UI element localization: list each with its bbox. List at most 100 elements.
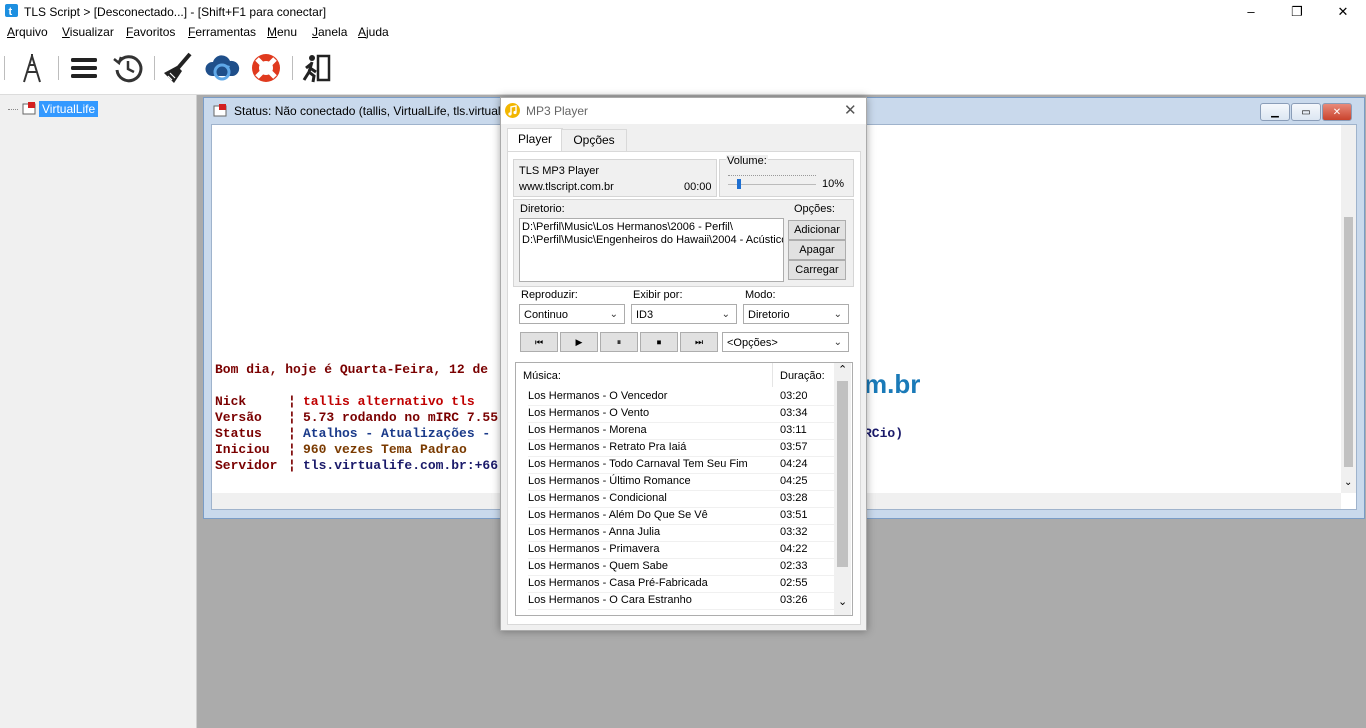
menu-ajuda[interactable]: Ajuda <box>358 25 389 39</box>
close-button[interactable]: ✕ <box>1320 0 1366 23</box>
track-duration: 02:55 <box>780 577 808 589</box>
mdi-restore-button[interactable]: ▭ <box>1291 103 1321 121</box>
directory-label: Diretorio: <box>520 203 565 215</box>
scroll-up-icon[interactable]: ⌃ <box>838 363 847 376</box>
cloud-sync-icon[interactable] <box>204 50 240 86</box>
playlist-row[interactable]: Los Hermanos - Condicional 03:28 <box>528 490 838 508</box>
clock-icon[interactable] <box>110 50 146 86</box>
track-name: Los Hermanos - Quem Sabe <box>528 560 669 572</box>
restore-icon: ▭ <box>1301 106 1311 118</box>
opcoes-select[interactable]: <Opções> ⌄ <box>722 332 849 352</box>
directory-box: Diretorio: Opções: D:\Perfil\Music\Los H… <box>513 199 854 287</box>
mdi-close-button[interactable]: ✕ <box>1322 103 1352 121</box>
add-button[interactable]: Adicionar <box>788 220 846 240</box>
tree-item-label: VirtualLife <box>39 101 99 117</box>
menu-ferramentas[interactable]: Ferramentas <box>188 25 256 39</box>
track-name: Los Hermanos - Anna Julia <box>528 526 661 538</box>
scrollbar-thumb[interactable] <box>837 381 848 567</box>
track-name: Los Hermanos - Último Romance <box>528 475 691 487</box>
modo-select[interactable]: Diretorio ⌄ <box>743 304 849 324</box>
minimize-icon: ▁ <box>1271 106 1279 118</box>
lifebuoy-icon[interactable] <box>248 50 284 86</box>
track-duration: 03:32 <box>780 526 808 538</box>
greeting-line: Bom dia, hoje é Quarta-Feira, 12 de <box>215 362 489 377</box>
column-header-music[interactable]: Música: <box>523 370 561 382</box>
brush-icon[interactable] <box>160 50 196 86</box>
track-name: Los Hermanos - Todo Carnaval Tem Seu Fim <box>528 458 748 470</box>
toolbar-separator <box>58 56 59 80</box>
menu-favoritos[interactable]: Favoritos <box>126 25 175 39</box>
chevron-down-icon: ⌄ <box>833 337 842 348</box>
playlist-row[interactable]: Los Hermanos - Todo Carnaval Tem Seu Fim… <box>528 456 838 474</box>
modo-label: Modo: <box>745 289 776 301</box>
minimize-button[interactable]: – <box>1228 0 1274 23</box>
tab-opcoes[interactable]: Opções <box>561 129 627 151</box>
playlist-row[interactable]: Los Hermanos - Casa Pré-Fabricada 02:55 <box>528 575 838 593</box>
restore-button[interactable]: ❐ <box>1274 0 1320 23</box>
reproduzir-select[interactable]: Continuo ⌄ <box>519 304 625 324</box>
column-header-duration[interactable]: Duração: <box>780 370 825 382</box>
playlist-row[interactable]: Los Hermanos - O Cara Estranho 03:26 <box>528 592 838 610</box>
info-label: Nick <box>215 394 247 409</box>
pause-button[interactable]: ⏸ <box>600 332 638 352</box>
scroll-down-icon[interactable]: ⌄ <box>1344 477 1352 488</box>
playlist-row[interactable]: Los Hermanos - O Vento 03:34 <box>528 405 838 423</box>
info-value: tls.virtualife.com.br:+66 <box>303 458 499 473</box>
mp3-close-button[interactable]: ✕ <box>844 101 857 119</box>
antenna-icon[interactable] <box>14 50 50 86</box>
scroll-down-icon[interactable]: ⌄ <box>838 595 847 608</box>
mdi-minimize-button[interactable]: ▁ <box>1260 103 1290 121</box>
menu-menu[interactable]: Menu <box>267 25 297 39</box>
mp3-player-dialog: MP3 Player ✕ Player Opções TLS MP3 Playe… <box>500 97 867 631</box>
info-separator: ¦ <box>288 458 296 473</box>
reproduzir-value: Continuo <box>524 309 569 321</box>
directory-item[interactable]: D:\Perfil\Music\Engenheiros do Hawaii\20… <box>522 234 783 246</box>
stop-button[interactable]: ⏹ <box>640 332 678 352</box>
connection-tree: VirtualLife <box>0 95 197 728</box>
tab-player[interactable]: Player <box>507 128 563 152</box>
player-time: 00:00 <box>684 181 712 193</box>
menu-icon[interactable] <box>66 50 102 86</box>
exit-icon[interactable] <box>298 50 334 86</box>
playlist-row[interactable]: Los Hermanos - Quem Sabe 02:33 <box>528 558 838 576</box>
info-tail: RCio) <box>864 426 904 441</box>
app-logo-icon: t <box>5 4 18 17</box>
playlist-table[interactable]: Música: Duração: Los Hermanos - O Venced… <box>515 362 853 616</box>
playlist-row[interactable]: Los Hermanos - Último Romance 04:25 <box>528 473 838 491</box>
tree-item-virtualife[interactable]: VirtualLife <box>22 101 99 117</box>
playlist-row[interactable]: Los Hermanos - Primavera 04:22 <box>528 541 838 559</box>
previous-button[interactable]: ⏮ <box>520 332 558 352</box>
directory-item[interactable]: D:\Perfil\Music\Los Hermanos\2006 - Perf… <box>522 221 733 233</box>
scrollbar-thumb[interactable] <box>1344 217 1353 467</box>
play-button[interactable]: ▶ <box>560 332 598 352</box>
next-button[interactable]: ⏭ <box>680 332 718 352</box>
playlist-row[interactable]: Los Hermanos - Morena 03:11 <box>528 422 838 440</box>
volume-slider-thumb[interactable] <box>736 179 741 189</box>
playlist-row[interactable]: Los Hermanos - Além Do Que Se Vê 03:51 <box>528 507 838 525</box>
playlist-row[interactable]: Los Hermanos - O Vencedor 03:20 <box>528 388 838 406</box>
track-name: Los Hermanos - Morena <box>528 424 647 436</box>
menu-visualizar[interactable]: Visualizar <box>62 25 114 39</box>
info-separator: ¦ <box>288 394 296 409</box>
playlist-scrollbar[interactable]: ⌃ ⌄ <box>834 363 851 615</box>
volume-track[interactable] <box>728 184 816 185</box>
playlist-row[interactable]: Los Hermanos - Retrato Pra Iaiá 03:57 <box>528 439 838 457</box>
info-separator: ¦ <box>288 426 296 441</box>
modo-value: Diretorio <box>748 309 790 321</box>
menu-janela[interactable]: Janela <box>312 25 347 39</box>
delete-button[interactable]: Apagar <box>788 240 846 260</box>
menu-arquivo[interactable]: Arquivo <box>7 25 48 39</box>
exibir-select[interactable]: ID3 ⌄ <box>631 304 737 324</box>
player-info-box: TLS MP3 Player www.tlscript.com.br 00:00 <box>513 159 717 197</box>
volume-ticks <box>728 175 816 179</box>
close-icon: ✕ <box>1332 106 1342 118</box>
vertical-scrollbar[interactable]: ⌄ <box>1341 125 1356 493</box>
music-note-icon <box>505 103 520 118</box>
load-button[interactable]: Carregar <box>788 260 846 280</box>
info-label: Versão <box>215 410 262 425</box>
info-separator: ¦ <box>288 442 296 457</box>
playlist-row[interactable]: Los Hermanos - Anna Julia 03:32 <box>528 524 838 542</box>
info-label: Iniciou <box>215 442 270 457</box>
player-name: TLS MP3 Player <box>519 165 600 177</box>
directory-list[interactable]: D:\Perfil\Music\Los Hermanos\2006 - Perf… <box>519 218 784 282</box>
